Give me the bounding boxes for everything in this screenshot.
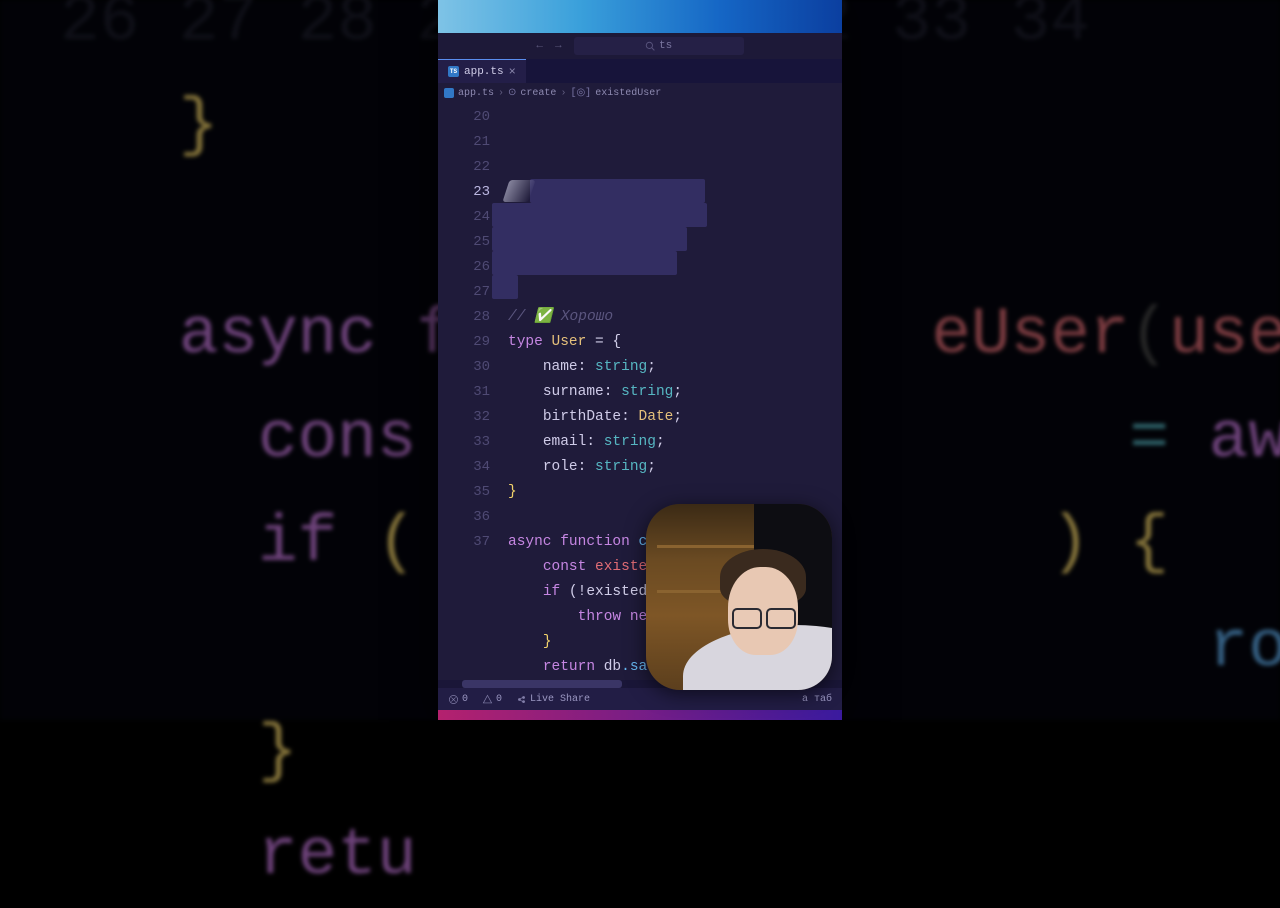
text-selection bbox=[530, 179, 705, 203]
editor-window: ← → ts app.ts × app.ts › ⊙ create › [◎] … bbox=[438, 0, 842, 720]
crumb-symbol-1[interactable]: create bbox=[520, 88, 556, 99]
line-number-gutter: 202122232425262728293031323334353637 bbox=[438, 103, 500, 680]
crumb-file[interactable]: app.ts bbox=[458, 88, 494, 99]
status-errors[interactable]: 0 bbox=[448, 694, 468, 705]
chevron-right-icon: › bbox=[498, 88, 504, 99]
nav-forward-icon[interactable]: → bbox=[555, 40, 562, 52]
tab-label: app.ts bbox=[464, 66, 504, 78]
close-icon[interactable]: × bbox=[509, 65, 516, 79]
nav-back-icon[interactable]: ← bbox=[536, 40, 543, 52]
tab-app-ts[interactable]: app.ts × bbox=[438, 59, 526, 83]
cursor-motion-blur bbox=[502, 180, 535, 202]
status-warnings[interactable]: 0 bbox=[482, 694, 502, 705]
search-box[interactable]: ts bbox=[574, 37, 744, 55]
breadcrumb[interactable]: app.ts › ⊙ create › [◎] existedUser bbox=[438, 83, 842, 103]
command-bar: ← → ts bbox=[438, 33, 842, 59]
text-selection bbox=[492, 227, 687, 251]
text-selection bbox=[492, 203, 707, 227]
status-bar: 0 0 Live Share а таб bbox=[438, 688, 842, 710]
status-right-text[interactable]: а таб bbox=[802, 694, 832, 705]
search-icon bbox=[645, 41, 655, 51]
typescript-file-icon bbox=[448, 66, 459, 77]
warning-icon bbox=[482, 694, 493, 705]
chevron-right-icon: › bbox=[560, 88, 566, 99]
error-icon bbox=[448, 694, 459, 705]
typescript-file-icon bbox=[444, 88, 454, 98]
text-selection bbox=[492, 251, 677, 275]
tab-bar: app.ts × bbox=[438, 59, 842, 83]
status-liveshare[interactable]: Live Share bbox=[516, 694, 590, 705]
liveshare-icon bbox=[516, 694, 527, 705]
scrollbar-thumb[interactable] bbox=[462, 680, 622, 688]
search-text: ts bbox=[659, 40, 672, 52]
footer-gradient bbox=[438, 710, 842, 720]
webcam-overlay bbox=[646, 504, 832, 690]
crumb-symbol-2[interactable]: existedUser bbox=[595, 88, 661, 99]
window-titlebar[interactable] bbox=[438, 0, 842, 33]
